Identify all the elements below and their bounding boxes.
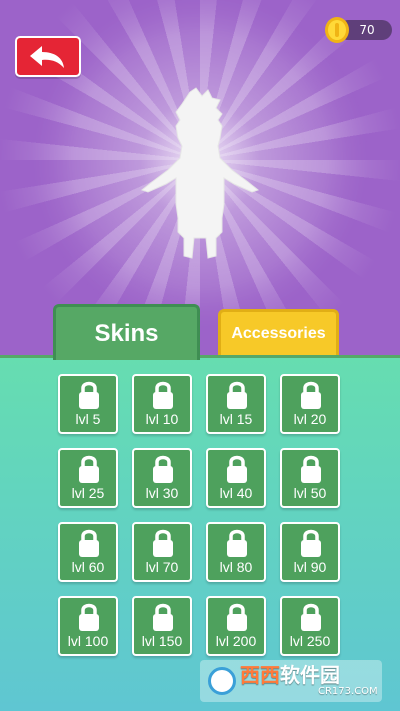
skin-tile[interactable]: lvl 60	[58, 522, 118, 582]
back-button[interactable]	[15, 36, 81, 77]
lock-icon	[153, 529, 173, 557]
skin-level-label: lvl 15	[219, 411, 253, 427]
lock-icon	[79, 603, 99, 631]
skin-tile[interactable]: lvl 250	[280, 596, 340, 656]
lock-icon	[301, 381, 321, 409]
watermark: 西西软件园 CR173.COM	[200, 660, 382, 702]
skin-tile[interactable]: lvl 15	[206, 374, 266, 434]
skin-level-label: lvl 5	[75, 411, 101, 427]
tab-accessories[interactable]: Accessories	[218, 309, 339, 355]
lock-icon	[79, 381, 99, 409]
skin-level-label: lvl 20	[293, 411, 327, 427]
lock-icon	[227, 381, 247, 409]
skin-level-label: lvl 40	[219, 485, 253, 501]
lock-icon	[79, 529, 99, 557]
lock-icon	[79, 455, 99, 483]
lock-icon	[301, 529, 321, 557]
skin-tile[interactable]: lvl 80	[206, 522, 266, 582]
skin-level-label: lvl 90	[293, 559, 327, 575]
skin-level-label: lvl 80	[219, 559, 253, 575]
lock-icon	[153, 381, 173, 409]
skin-tile[interactable]: lvl 200	[206, 596, 266, 656]
skin-tile[interactable]: lvl 30	[132, 448, 192, 508]
skin-level-label: lvl 60	[71, 559, 105, 575]
skin-level-label: lvl 10	[145, 411, 179, 427]
skin-level-label: lvl 70	[145, 559, 179, 575]
skin-tile[interactable]: lvl 25	[58, 448, 118, 508]
skin-tile[interactable]: lvl 50	[280, 448, 340, 508]
skin-level-label: lvl 250	[289, 633, 331, 649]
skin-tile[interactable]: lvl 100	[58, 596, 118, 656]
skin-tile[interactable]: lvl 40	[206, 448, 266, 508]
watermark-brand-accent: 西西	[240, 663, 280, 687]
lock-icon	[153, 455, 173, 483]
watermark-brand-rest: 软件园	[280, 663, 340, 687]
skin-level-label: lvl 100	[67, 633, 109, 649]
watermark-brand: 西西软件园	[240, 664, 340, 686]
lock-icon	[301, 603, 321, 631]
preview-area: 70	[0, 0, 400, 355]
skin-tile[interactable]: lvl 20	[280, 374, 340, 434]
skin-level-label: lvl 50	[293, 485, 327, 501]
skin-level-label: lvl 150	[141, 633, 183, 649]
character-silhouette	[140, 87, 260, 259]
watermark-logo-icon	[208, 667, 236, 695]
lock-icon	[227, 455, 247, 483]
back-arrow-icon	[30, 45, 64, 68]
skin-tile[interactable]: lvl 70	[132, 522, 192, 582]
skin-level-label: lvl 25	[71, 485, 105, 501]
coin-counter: 70	[324, 16, 392, 43]
coin-icon	[325, 17, 349, 43]
skin-level-label: lvl 30	[145, 485, 179, 501]
watermark-url: CR173.COM	[318, 686, 378, 697]
lock-icon	[227, 529, 247, 557]
lock-icon	[301, 455, 321, 483]
skin-level-label: lvl 200	[215, 633, 257, 649]
skin-tile[interactable]: lvl 10	[132, 374, 192, 434]
skin-tile[interactable]: lvl 150	[132, 596, 192, 656]
coin-value: 70	[359, 23, 375, 37]
lock-icon	[227, 603, 247, 631]
skin-tile[interactable]: lvl 5	[58, 374, 118, 434]
lock-icon	[153, 603, 173, 631]
skins-grid: lvl 5 lvl 10 lvl 15 lvl 20 lvl 25 lvl 30 lvl 4…	[0, 355, 400, 711]
tab-skins[interactable]: Skins	[53, 304, 200, 360]
skin-tile[interactable]: lvl 90	[280, 522, 340, 582]
